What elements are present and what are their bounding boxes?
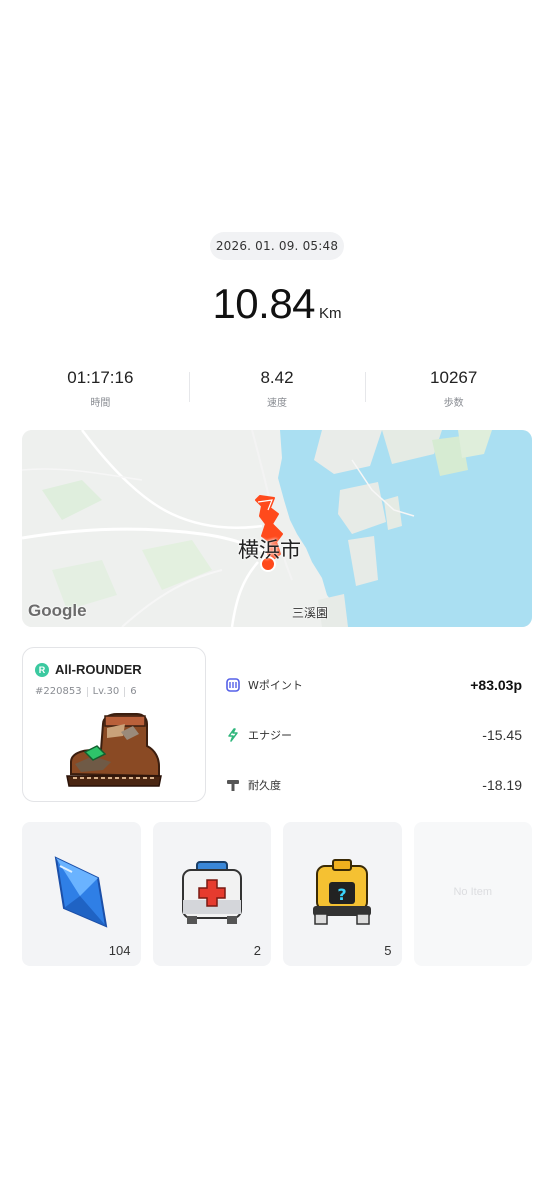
item-slot-gem[interactable]: 104 [22,822,141,966]
item-grid: 104 2 ? 5 No Item [22,822,532,966]
sneaker-type: All-ROUNDER [55,662,142,677]
result-amount: -18.19 [482,777,522,793]
stat-speed-label: 速度 [267,398,287,409]
stat-steps-label: 歩数 [443,398,464,409]
result-row-wpoint: Wポイント +83.03p [226,660,522,710]
route-map[interactable]: 横浜市 三溪園 Google [22,430,532,627]
sneaker-level: Lv.30 [92,686,120,697]
no-item-label: No Item [453,886,492,898]
result-row-durability: 耐久度 -18.19 [226,760,522,810]
stats-row: 01:17:16 時間 8.42 速度 10267 歩数 [12,362,542,414]
result-amount: -15.45 [482,727,522,743]
item-slot-repair-kit[interactable]: 2 [152,822,271,966]
divider [86,686,88,697]
distance-value: 10.84 [212,280,316,327]
blue-gem-icon [54,856,108,928]
distance-display: 10.84 Km [0,280,554,328]
mystery-box-icon: ? [313,859,371,925]
sneaker-meta: #220853 Lv.30 6 [35,686,137,697]
hiking-boot-icon [66,713,162,787]
sneaker-mint: 6 [130,686,137,697]
result-name: Wポイント [248,679,303,692]
item-count: 5 [384,943,392,958]
stat-steps-value: 10267 [430,368,478,387]
map-canvas [22,430,532,627]
result-name: 耐久度 [248,779,281,792]
distance-unit: Km [319,305,342,322]
google-logo: Google [28,601,87,620]
sneaker-card[interactable]: R All-ROUNDER #220853 Lv.30 6 [22,647,206,802]
stat-steps: 10267 歩数 [365,362,542,414]
item-slot-empty: No Item [413,822,532,966]
item-slot-mystery-box[interactable]: ? 5 [283,822,402,966]
sneaker-title: R All-ROUNDER [35,662,142,677]
result-amount: +83.03p [470,677,522,693]
item-count: 104 [108,943,131,958]
result-name: エナジー [248,729,292,742]
stat-time-value: 01:17:16 [67,368,134,387]
stat-speed-value: 8.42 [260,368,294,387]
w-point-icon [226,678,240,692]
durability-hammer-icon [226,778,240,792]
divider [124,686,126,697]
energy-bolt-icon [226,728,240,742]
svg-text:?: ? [337,885,346,904]
sneaker-id: #220853 [35,686,82,697]
item-count: 2 [253,943,261,958]
rarity-badge-icon: R [35,662,49,677]
map-district-label: 三溪園 [292,606,329,620]
map-city-label: 横浜市 [238,538,301,562]
activity-datetime: 2026. 01. 09. 05:48 [210,232,344,260]
result-row-energy: エナジー -15.45 [226,710,522,760]
activity-result-page: 2026. 01. 09. 05:48 10.84 Km 01:17:16 時間 … [0,0,554,1200]
repair-kit-icon [181,861,242,924]
result-list: Wポイント +83.03p エナジー -15.45 耐久度 -18.19 [226,660,522,810]
stat-time: 01:17:16 時間 [12,362,189,414]
stat-time-label: 時間 [90,398,111,409]
stat-speed: 8.42 速度 [188,362,366,414]
